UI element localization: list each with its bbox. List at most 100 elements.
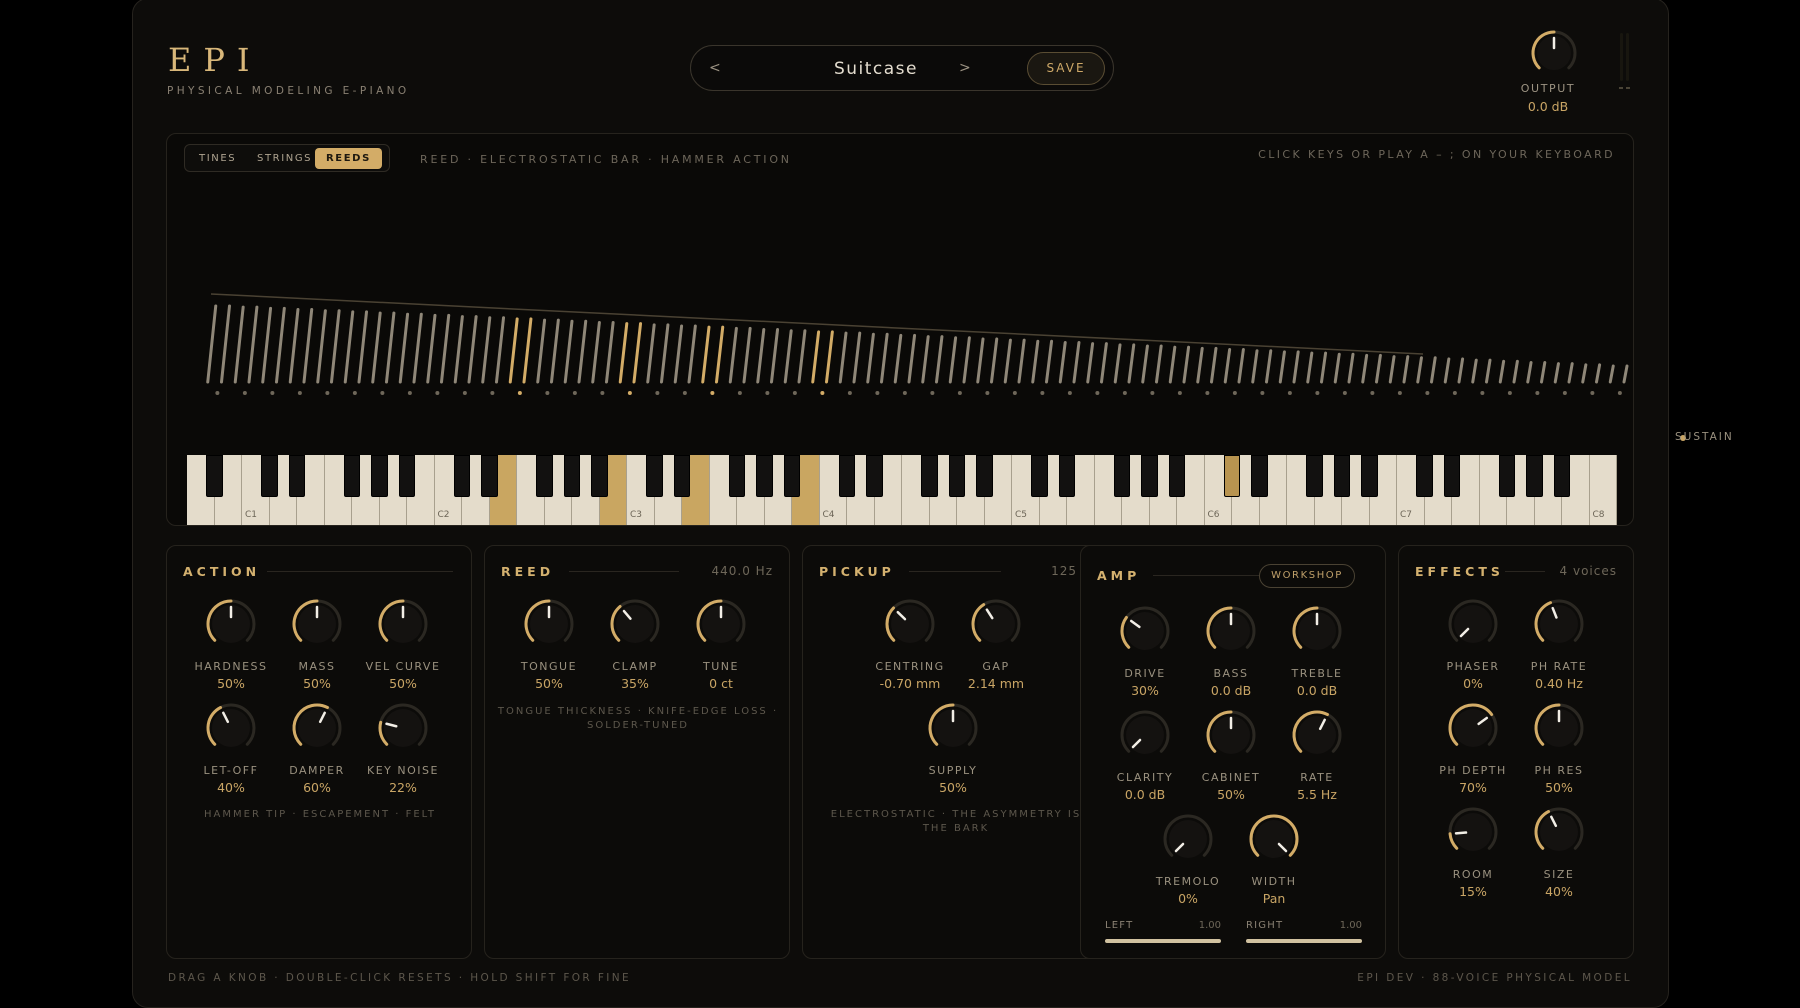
black-key[interactable] xyxy=(1498,455,1516,497)
black-key[interactable] xyxy=(1113,455,1131,497)
next-preset-button[interactable]: > xyxy=(959,60,971,76)
octave-label: C3 xyxy=(630,510,643,520)
knob-value: 0 ct xyxy=(709,676,733,691)
reed-dot xyxy=(1590,391,1595,395)
slider-label: RIGHT xyxy=(1246,920,1284,931)
reed-tine xyxy=(577,319,588,384)
black-key[interactable] xyxy=(398,455,416,497)
slider-label: LEFT xyxy=(1105,920,1134,931)
black-key[interactable] xyxy=(1306,455,1323,497)
reed-tine xyxy=(1595,363,1602,384)
knob-label: RATE xyxy=(1300,771,1334,784)
reed-tine xyxy=(1113,343,1122,384)
reed-dot xyxy=(1287,391,1292,395)
reed-note-line2: SOLDER-TUNED xyxy=(587,720,689,731)
black-key[interactable] xyxy=(481,455,498,497)
black-key[interactable] xyxy=(1416,455,1433,497)
divider xyxy=(1505,571,1545,572)
black-key[interactable] xyxy=(976,455,993,497)
black-key[interactable] xyxy=(1168,455,1186,497)
slider-value: 1.00 xyxy=(1339,920,1362,931)
black-key[interactable] xyxy=(783,455,801,497)
reed-tine xyxy=(935,335,944,384)
knob-label: LET-OFF xyxy=(203,764,259,777)
black-key[interactable] xyxy=(536,455,553,497)
knob-value: 40% xyxy=(1545,884,1573,899)
black-key[interactable] xyxy=(728,455,746,497)
knob-value: 40% xyxy=(217,780,245,795)
reed-dot xyxy=(1425,391,1430,395)
black-key[interactable] xyxy=(1333,455,1351,497)
reed-tine xyxy=(1347,352,1355,384)
black-key[interactable] xyxy=(563,455,581,497)
reed-tine xyxy=(728,326,738,384)
black-key[interactable] xyxy=(1553,455,1571,497)
reed-tine xyxy=(220,304,231,384)
reed-tine xyxy=(316,309,327,384)
black-key[interactable] xyxy=(1223,455,1241,497)
black-key[interactable] xyxy=(921,455,938,497)
reed-tine xyxy=(1237,348,1245,384)
reed-tine xyxy=(1182,345,1191,384)
white-key[interactable]: C8 xyxy=(1589,455,1617,525)
black-key[interactable] xyxy=(288,455,306,497)
black-key[interactable] xyxy=(838,455,856,497)
reed-dot xyxy=(655,391,660,395)
black-key[interactable] xyxy=(1361,455,1378,497)
knob-value: 0.40 Hz xyxy=(1535,676,1583,691)
reed-tine xyxy=(275,306,286,384)
black-key[interactable] xyxy=(1141,455,1158,497)
black-key[interactable] xyxy=(453,455,471,497)
black-key[interactable] xyxy=(948,455,966,497)
black-key[interactable] xyxy=(371,455,388,497)
knob-label: PH DEPTH xyxy=(1439,764,1507,777)
knob-label: VEL CURVE xyxy=(365,660,441,673)
knob-value: 0% xyxy=(1463,676,1483,691)
reed-tine xyxy=(412,312,423,384)
knob-value: 0.0 dB xyxy=(1124,787,1166,802)
black-key[interactable] xyxy=(1251,455,1268,497)
black-key[interactable] xyxy=(1058,455,1076,497)
reed-tine xyxy=(618,322,629,384)
knob-value: 50% xyxy=(939,780,967,795)
slider-track[interactable] xyxy=(1105,939,1221,943)
black-key[interactable] xyxy=(1031,455,1048,497)
reed-tine xyxy=(852,331,862,384)
reed-dot xyxy=(1507,391,1512,395)
black-key[interactable] xyxy=(756,455,773,497)
reed-tine xyxy=(495,316,506,384)
black-key[interactable] xyxy=(206,455,223,497)
knob-value: 30% xyxy=(1131,683,1159,698)
black-key[interactable] xyxy=(261,455,278,497)
panel-amp: AMP WORKSHOP DRIVE 30% BASS 0.0 dB TREBLE 0… xyxy=(1080,545,1386,959)
knob-label: PH RATE xyxy=(1530,660,1588,673)
save-button[interactable]: SAVE xyxy=(1027,52,1105,85)
black-key[interactable] xyxy=(1526,455,1543,497)
reed-tine xyxy=(687,324,697,384)
reed-dot xyxy=(985,391,990,395)
black-key[interactable] xyxy=(343,455,361,497)
reed-tine xyxy=(302,308,314,384)
black-key[interactable] xyxy=(591,455,608,497)
reed-tine xyxy=(742,326,752,384)
reed-tine xyxy=(563,319,574,384)
knob-value: 0% xyxy=(1178,891,1198,906)
black-key[interactable] xyxy=(1443,455,1461,497)
black-key[interactable] xyxy=(673,455,691,497)
reed-tine xyxy=(1320,351,1328,384)
knob-label: CENTRING xyxy=(875,660,945,673)
knob-value: 50% xyxy=(389,676,417,691)
reed-dot xyxy=(1562,391,1567,395)
divider xyxy=(1153,575,1259,576)
reed-dot xyxy=(737,391,742,395)
reed-dot xyxy=(957,391,962,395)
slider-track[interactable] xyxy=(1246,939,1362,943)
black-key[interactable] xyxy=(646,455,663,497)
prev-preset-button[interactable]: < xyxy=(709,60,721,76)
reed-dot xyxy=(902,391,907,395)
reed-dot xyxy=(325,391,330,395)
reed-tine xyxy=(976,337,985,384)
black-key[interactable] xyxy=(866,455,883,497)
workshop-button[interactable]: WORKSHOP xyxy=(1259,564,1355,588)
reed-tine xyxy=(660,323,670,384)
